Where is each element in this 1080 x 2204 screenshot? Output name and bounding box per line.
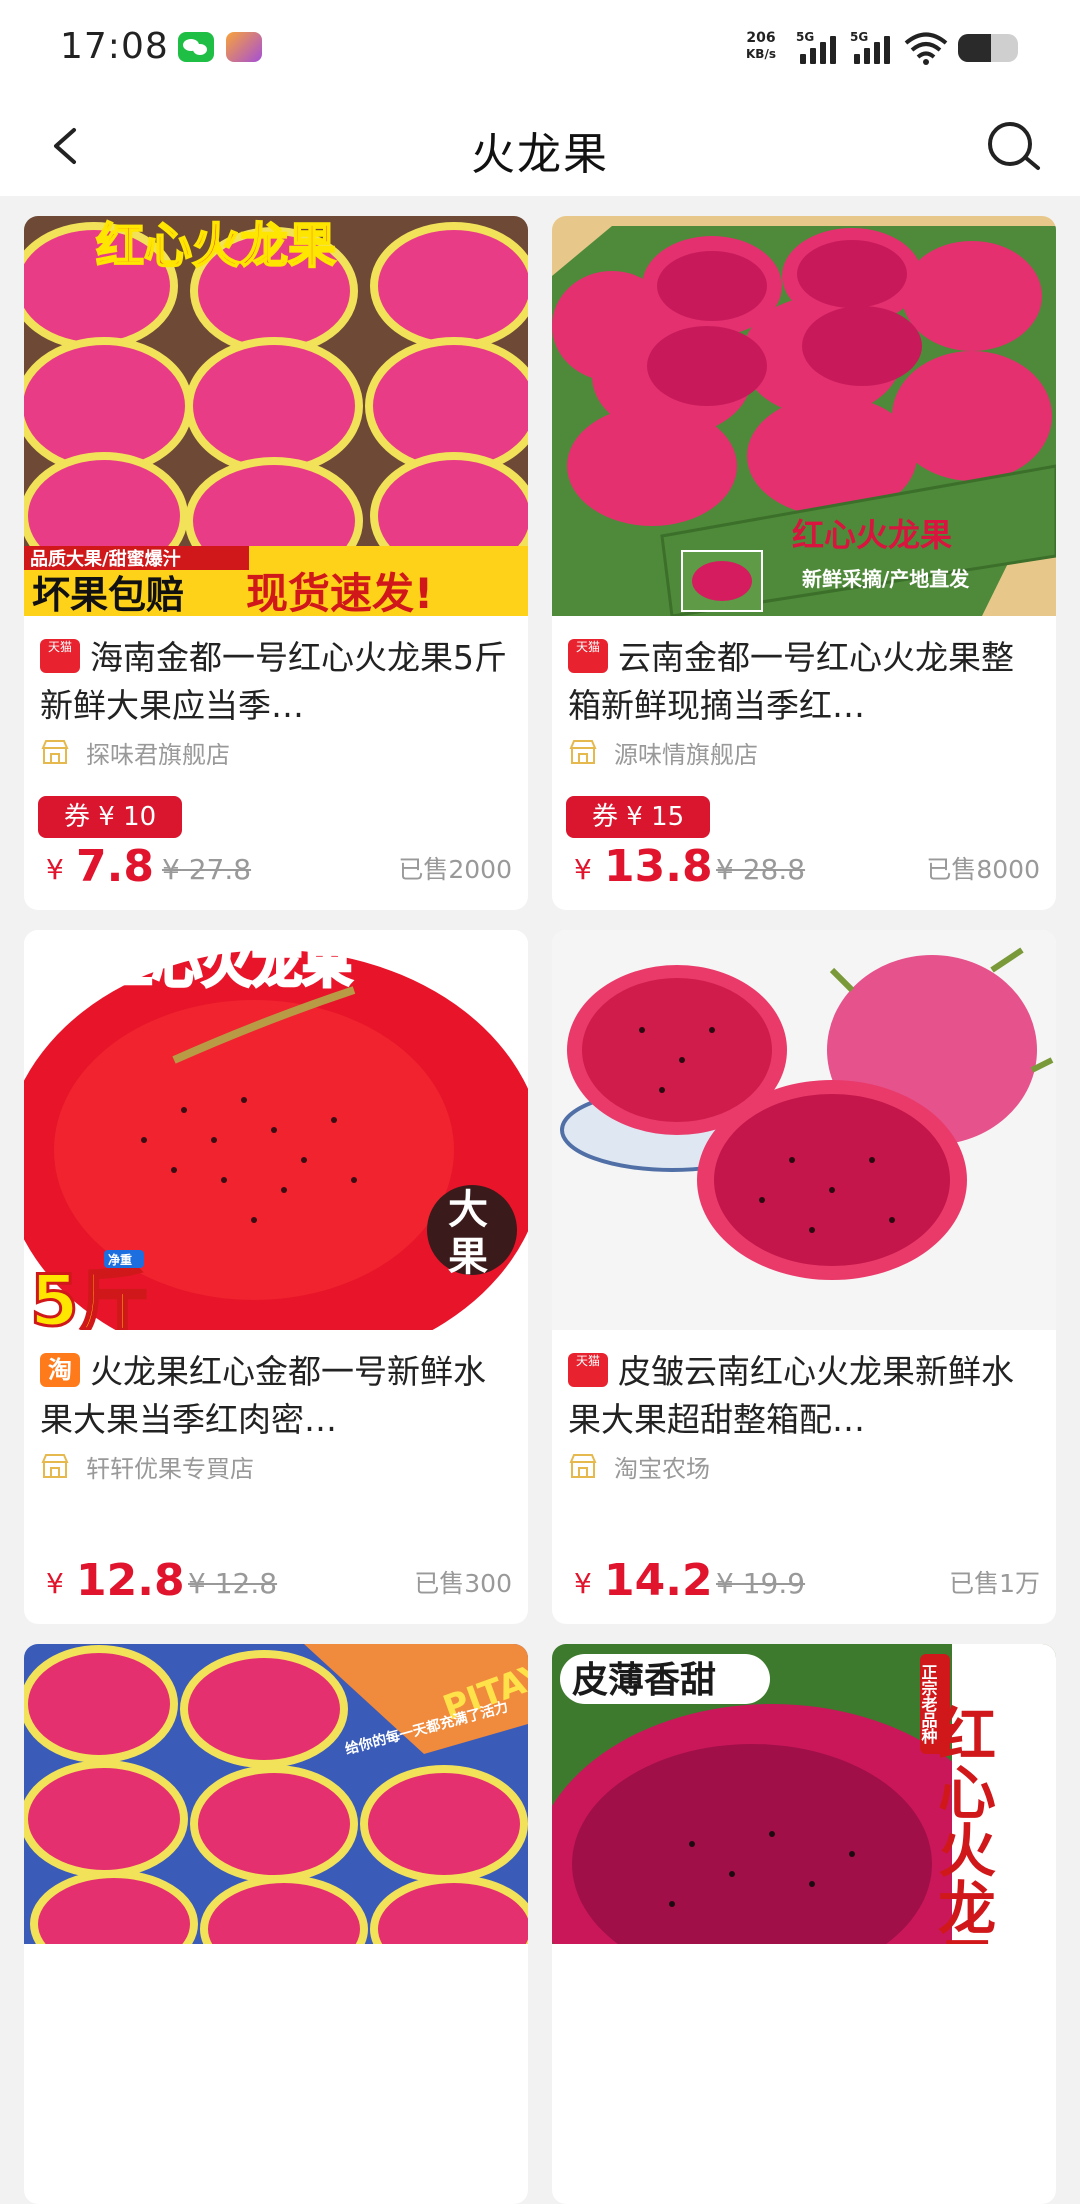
network-speed: 206 KB/s bbox=[738, 30, 784, 62]
coupon-badge[interactable]: 券 ¥ 10 bbox=[38, 796, 183, 838]
shop-name: 源味情旗舰店 bbox=[614, 740, 758, 769]
game-app-icon bbox=[226, 32, 262, 62]
original-price: ¥ 27.8 bbox=[162, 853, 252, 886]
wifi-icon bbox=[904, 32, 948, 65]
product-image[interactable] bbox=[552, 930, 1056, 1330]
cellular-signal-icon: 5G bbox=[850, 30, 900, 66]
shop-name: 淘宝农场 bbox=[614, 1454, 710, 1483]
coupon-badge[interactable]: 券 ¥ 15 bbox=[566, 796, 711, 838]
image-text-bottom-left: 坏果包赔 bbox=[32, 573, 184, 616]
tmall-badge-icon: 天猫 bbox=[40, 639, 80, 673]
image-text-bottom-right: 现货速发! bbox=[246, 569, 433, 616]
image-text-box-sub: 新鲜采摘/产地直发 bbox=[802, 567, 970, 591]
product-title[interactable]: 天猫 云南金都一号红心火龙果整箱新鲜现摘当季红… bbox=[568, 634, 1040, 730]
cellular-signal-icon: 5G bbox=[796, 30, 846, 66]
store-icon bbox=[569, 740, 597, 764]
shop-link[interactable]: 淘宝农场 bbox=[568, 1448, 710, 1484]
price-row: ¥ 14.2 ¥ 19.9 已售1万 bbox=[568, 1550, 1040, 1606]
currency-symbol: ¥ bbox=[46, 1567, 64, 1600]
image-text-box-title: 红心火龙果 bbox=[792, 516, 952, 554]
nav-bar: 火龙果 bbox=[0, 96, 1080, 196]
product-image[interactable]: PITAYA 给你的每一天都充满了活力 bbox=[24, 1644, 528, 1944]
product-card[interactable]: 红心火龙果 新鲜采摘/产地直发 天猫 云南金都一号红心火龙果整箱新鲜现摘当季红… … bbox=[552, 216, 1056, 910]
status-time: 17:08 bbox=[60, 26, 169, 67]
image-text-weight: 5斤 bbox=[30, 1260, 149, 1330]
taobao-badge-icon: 淘 bbox=[40, 1353, 80, 1387]
currency-symbol: ¥ bbox=[574, 1567, 592, 1600]
image-text-badge: 品质大果/甜蜜爆汁 bbox=[30, 548, 181, 570]
product-title-text: 云南金都一号红心火龙果整箱新鲜现摘当季红… bbox=[568, 638, 1014, 725]
price: 12.8 bbox=[76, 1555, 185, 1606]
signal-label: 5G bbox=[796, 30, 815, 44]
price-row: ¥ 12.8 ¥ 12.8 已售300 bbox=[40, 1550, 512, 1606]
store-icon bbox=[569, 1454, 597, 1478]
image-text-big-2: 果 bbox=[448, 1234, 488, 1280]
currency-symbol: ¥ bbox=[574, 853, 592, 886]
original-price: ¥ 28.8 bbox=[716, 853, 806, 886]
battery-icon bbox=[958, 34, 1018, 62]
network-speed-value: 206 bbox=[746, 30, 776, 46]
product-title[interactable]: 天猫 皮皱云南红心火龙果新鲜水果大果超甜整箱配… bbox=[568, 1348, 1040, 1444]
sold-count: 已售1万 bbox=[949, 1569, 1040, 1598]
sold-count: 已售2000 bbox=[398, 855, 512, 884]
sold-count: 已售300 bbox=[414, 1569, 512, 1598]
status-bar: 17:08 206 KB/s 5G 5G bbox=[0, 0, 1080, 96]
image-text-weight-tag: 净重 bbox=[108, 1252, 132, 1267]
image-text-top: 红心火龙果 bbox=[96, 218, 336, 274]
signal-label: 5G bbox=[850, 30, 869, 44]
sold-count: 已售8000 bbox=[926, 855, 1040, 884]
shop-link[interactable]: 轩轩优果专買店 bbox=[40, 1448, 254, 1484]
price-row: ¥ 13.8 ¥ 28.8 已售8000 bbox=[568, 836, 1040, 892]
product-image[interactable]: 皮薄香甜 红心火龙果 正宗老品种 bbox=[552, 1644, 1056, 1944]
price-row: ¥ 7.8 ¥ 27.8 已售2000 bbox=[40, 836, 512, 892]
product-title-text: 火龙果红心金都一号新鲜水果大果当季红肉密… bbox=[40, 1352, 486, 1439]
original-price: ¥ 19.9 bbox=[716, 1567, 806, 1600]
currency-symbol: ¥ bbox=[46, 853, 64, 886]
store-icon bbox=[41, 740, 69, 764]
shop-link[interactable]: 探味君旗舰店 bbox=[40, 734, 230, 770]
search-button[interactable] bbox=[984, 116, 1044, 176]
network-speed-unit: KB/s bbox=[746, 47, 776, 61]
shop-name: 探味君旗舰店 bbox=[86, 740, 230, 769]
product-title-text: 皮皱云南红心火龙果新鲜水果大果超甜整箱配… bbox=[568, 1352, 1014, 1439]
product-image[interactable]: 品质大果/甜蜜爆汁 坏果包赔 现货速发! 红心火龙果 bbox=[24, 216, 528, 616]
product-card[interactable]: 品质大果/甜蜜爆汁 坏果包赔 现货速发! 红心火龙果 天猫 海南金都一号红心火龙果… bbox=[24, 216, 528, 910]
battery-level bbox=[958, 34, 991, 62]
product-image[interactable]: 红心火龙果 5斤 净重 大 果 bbox=[24, 930, 528, 1330]
page-title: 火龙果 bbox=[471, 129, 609, 180]
store-icon bbox=[41, 1454, 69, 1478]
image-text-top: 皮薄香甜 bbox=[572, 1660, 716, 1701]
product-image[interactable]: 红心火龙果 新鲜采摘/产地直发 bbox=[552, 216, 1056, 616]
original-price: ¥ 12.8 bbox=[188, 1567, 278, 1600]
image-text-top: 红心火龙果 bbox=[102, 936, 352, 994]
product-title[interactable]: 淘火龙果红心金都一号新鲜水果大果当季红肉密… bbox=[40, 1348, 512, 1444]
tmall-badge-icon: 天猫 bbox=[568, 639, 608, 673]
product-card[interactable]: 皮薄香甜 红心火龙果 正宗老品种 bbox=[552, 1644, 1056, 2204]
tmall-badge-icon: 天猫 bbox=[568, 1353, 608, 1387]
image-text-big-1: 大 bbox=[448, 1187, 488, 1233]
product-title[interactable]: 天猫 海南金都一号红心火龙果5斤新鲜大果应当季… bbox=[40, 634, 512, 730]
wechat-icon bbox=[178, 32, 214, 62]
product-card[interactable]: 红心火龙果 5斤 净重 大 果 淘火龙果红心金都一号新鲜水果大果当季红肉密… 轩… bbox=[24, 930, 528, 1624]
product-card[interactable]: 天猫 皮皱云南红心火龙果新鲜水果大果超甜整箱配… 淘宝农场 ¥ 14.2 ¥ 19… bbox=[552, 930, 1056, 1624]
shop-link[interactable]: 源味情旗舰店 bbox=[568, 734, 758, 770]
price: 7.8 bbox=[76, 841, 154, 892]
product-card[interactable]: PITAYA 给你的每一天都充满了活力 bbox=[24, 1644, 528, 2204]
product-title-text: 海南金都一号红心火龙果5斤新鲜大果应当季… bbox=[40, 638, 507, 725]
shop-name: 轩轩优果专買店 bbox=[86, 1454, 254, 1483]
price: 13.8 bbox=[604, 841, 713, 892]
price: 14.2 bbox=[604, 1555, 713, 1606]
image-text-stamp: 正宗老品种 bbox=[919, 1664, 939, 1745]
